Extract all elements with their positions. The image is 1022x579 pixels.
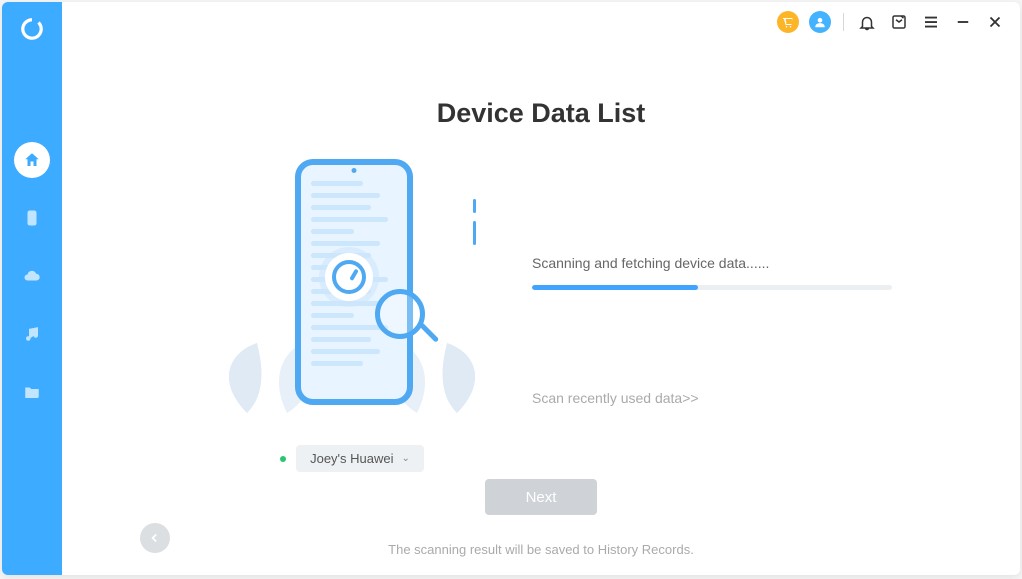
progress-column: Scanning and fetching device data...... … [532, 159, 960, 406]
next-button[interactable]: Next [485, 479, 597, 515]
device-status-dot [280, 456, 286, 462]
nav-device[interactable] [14, 200, 50, 236]
nav-home[interactable] [14, 142, 50, 178]
app-logo-icon [19, 16, 45, 42]
back-button[interactable] [140, 523, 170, 553]
scan-status-text: Scanning and fetching device data...... [532, 255, 920, 271]
nav-music[interactable] [14, 316, 50, 352]
notification-icon[interactable] [856, 11, 878, 33]
content: Device Data List [62, 42, 1020, 575]
cart-icon[interactable] [777, 11, 799, 33]
main-area: Device Data List [62, 2, 1020, 575]
titlebar-divider [843, 13, 844, 31]
progress-track [532, 285, 892, 290]
device-picker: Joey's Huawei ⌄ [280, 445, 424, 472]
close-button[interactable] [984, 11, 1006, 33]
magnifier-icon [375, 289, 425, 339]
next-button-label: Next [526, 489, 557, 506]
device-name: Joey's Huawei [310, 451, 393, 466]
phone-scan-illustration [237, 159, 467, 419]
body-row: Joey's Huawei ⌄ Scanning and fetching de… [62, 129, 1020, 472]
gauge-icon [325, 253, 373, 301]
nav-cloud[interactable] [14, 258, 50, 294]
app-window: Device Data List [2, 2, 1020, 575]
footer-note: The scanning result will be saved to His… [62, 542, 1020, 557]
feedback-icon[interactable] [888, 11, 910, 33]
minimize-button[interactable] [952, 11, 974, 33]
progress-bar [532, 285, 698, 290]
nav-folder[interactable] [14, 374, 50, 410]
illustration-column: Joey's Huawei ⌄ [122, 159, 502, 472]
device-select[interactable]: Joey's Huawei ⌄ [296, 445, 424, 472]
scan-recent-link[interactable]: Scan recently used data>> [532, 390, 920, 406]
account-icon[interactable] [809, 11, 831, 33]
page-title: Device Data List [437, 98, 646, 129]
titlebar [62, 2, 1020, 42]
sidebar [2, 2, 62, 575]
chevron-down-icon: ⌄ [402, 453, 410, 464]
menu-icon[interactable] [920, 11, 942, 33]
